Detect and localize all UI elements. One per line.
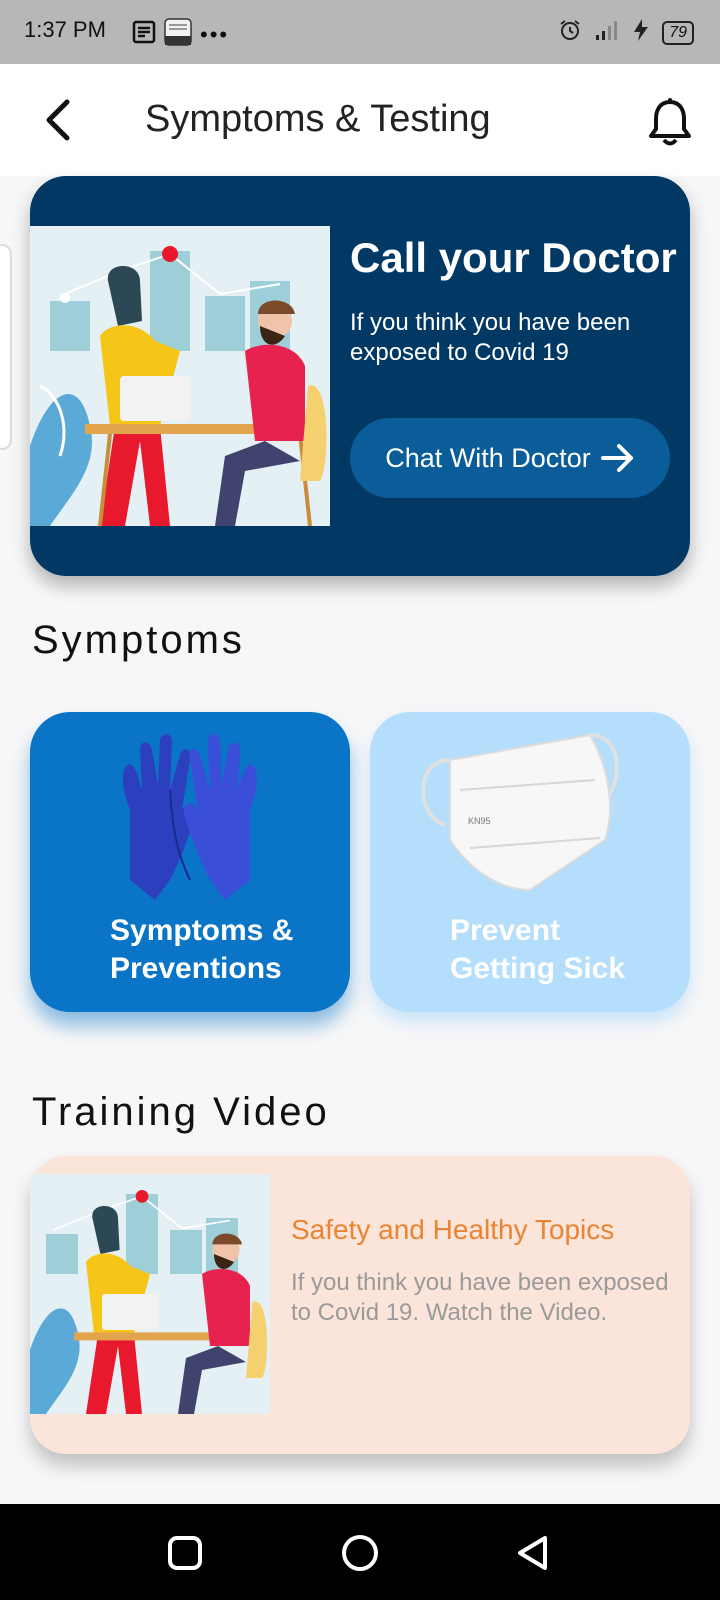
prevent-getting-sick-tile[interactable]: KN95 Prevent Getting Sick <box>370 712 690 1012</box>
mask-label: KN95 <box>468 816 491 826</box>
symptoms-preventions-tile[interactable]: Symptoms & Preventions <box>30 712 350 1012</box>
gloves-icon <box>122 734 258 900</box>
status-bar: 1:37 PM ••• 79 <box>0 0 720 64</box>
call-doctor-subtitle: If you think you have been exposed to Co… <box>350 309 631 366</box>
training-video-heading: Training Video <box>32 1090 330 1134</box>
bell-icon <box>649 98 691 146</box>
back-arrow-icon <box>46 99 70 141</box>
chat-with-doctor-label: Chat With Doctor <box>385 442 591 473</box>
training-video-card[interactable]: Safety and Healthy Topics If you think y… <box>30 1156 690 1454</box>
doctor-consultation-illustration <box>30 226 330 526</box>
charging-icon <box>632 18 650 47</box>
status-right-icons: 79 <box>558 18 694 47</box>
training-video-description: If you think you have been exposed to Co… <box>291 1269 669 1326</box>
system-navigation-bar <box>0 1504 720 1600</box>
alarm-icon <box>558 18 582 47</box>
app-bar: Symptoms & Testing <box>0 64 720 176</box>
symptoms-heading: Symptoms <box>32 618 245 662</box>
status-time: 1:37 PM <box>24 17 106 42</box>
recents-icon <box>168 1536 202 1570</box>
screenshot-icon <box>164 18 192 51</box>
back-icon <box>518 1536 547 1570</box>
recents-button[interactable] <box>160 1528 210 1578</box>
back-nav-button[interactable] <box>508 1528 558 1578</box>
call-doctor-card: Call your Doctor If you think you have b… <box>30 176 690 576</box>
back-button[interactable] <box>36 94 80 146</box>
arrow-right-icon <box>600 444 633 472</box>
symptoms-preventions-label: Symptoms & Preventions <box>110 914 294 985</box>
status-left-icons: ••• <box>132 18 229 51</box>
chat-with-doctor-button[interactable]: Chat With Doctor <box>350 418 670 498</box>
signal-icon <box>594 19 620 46</box>
notifications-button[interactable] <box>642 94 698 150</box>
status-dots: ••• <box>200 21 230 47</box>
training-video-thumbnail <box>30 1174 270 1414</box>
home-button[interactable] <box>335 1528 385 1578</box>
prevent-getting-sick-label: Prevent Getting Sick <box>450 914 626 985</box>
news-icon <box>132 20 156 49</box>
training-video-title: Safety and Healthy Topics <box>291 1214 615 1245</box>
home-icon <box>342 1535 378 1571</box>
page-title: Symptoms & Testing <box>145 98 491 140</box>
mask-icon: KN95 <box>421 733 619 892</box>
edge-drawer-handle[interactable] <box>0 244 12 450</box>
battery-icon: 79 <box>662 20 694 45</box>
call-doctor-title: Call your Doctor <box>350 234 677 281</box>
